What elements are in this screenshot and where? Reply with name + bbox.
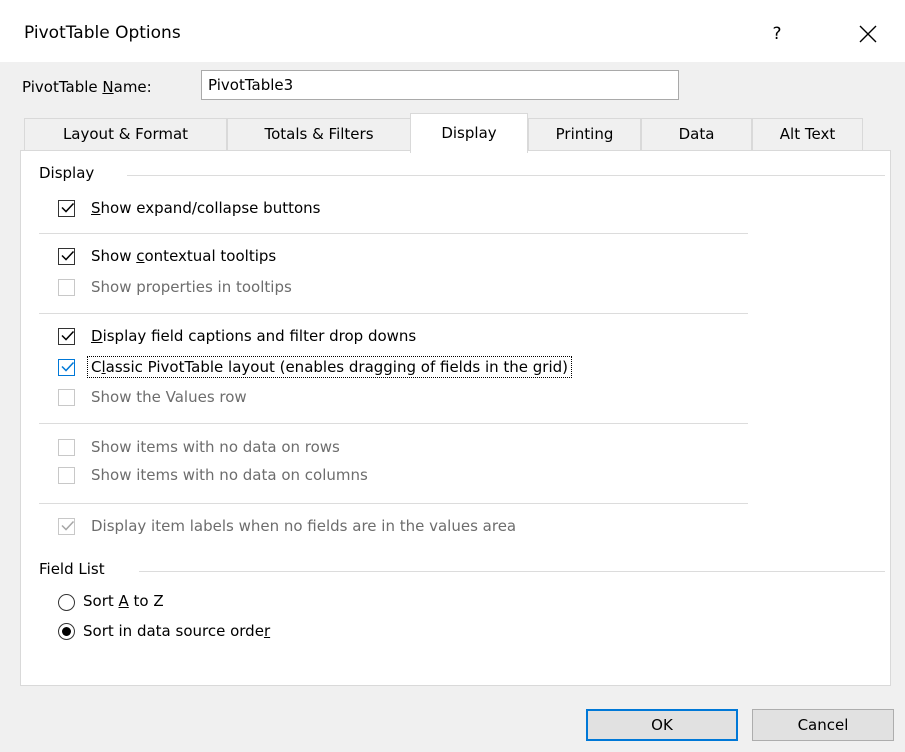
- display-section-rule: [127, 175, 885, 176]
- group-divider: [39, 233, 748, 234]
- close-button[interactable]: [848, 16, 888, 52]
- checkmark-icon: [61, 250, 75, 261]
- cancel-button[interactable]: Cancel: [752, 709, 894, 741]
- show-contextual-tooltips-label[interactable]: Show contextual tooltips: [91, 247, 276, 265]
- display-item-labels-label: Display item labels when no fields are i…: [91, 517, 517, 535]
- show-values-row-checkbox: [58, 389, 75, 406]
- sort-a-to-z-label[interactable]: Sort A to Z: [83, 592, 164, 610]
- show-items-no-data-columns-label: Show items with no data on columns: [91, 466, 368, 484]
- show-items-no-data-rows-checkbox: [58, 439, 75, 456]
- tab-printing[interactable]: Printing: [528, 118, 641, 151]
- group-divider: [39, 313, 748, 314]
- show-items-no-data-columns-checkbox: [58, 467, 75, 484]
- show-values-row-label: Show the Values row: [91, 388, 247, 406]
- radio-selected-dot: [62, 627, 71, 636]
- classic-pivottable-layout-label[interactable]: Classic PivotTable layout (enables dragg…: [86, 356, 573, 378]
- display-field-captions-label[interactable]: Display field captions and filter drop d…: [91, 327, 416, 345]
- help-button[interactable]: ?: [757, 18, 797, 50]
- ok-button[interactable]: OK: [586, 709, 738, 741]
- tab-totals-filters[interactable]: Totals & Filters: [227, 118, 411, 151]
- tab-alt-text[interactable]: Alt Text: [752, 118, 863, 151]
- tab-display[interactable]: Display: [410, 113, 528, 153]
- display-section-label: Display: [39, 164, 95, 182]
- group-divider: [39, 423, 748, 424]
- show-items-no-data-rows-label: Show items with no data on rows: [91, 438, 340, 456]
- show-contextual-tooltips-checkbox[interactable]: [58, 248, 75, 265]
- show-properties-in-tooltips-label: Show properties in tooltips: [91, 278, 292, 296]
- show-expand-collapse-checkbox[interactable]: [58, 200, 75, 217]
- dialog-title: PivotTable Options: [24, 23, 181, 43]
- pivottable-name-input[interactable]: [201, 70, 679, 100]
- sort-a-to-z-radio[interactable]: [58, 594, 75, 611]
- display-field-captions-checkbox[interactable]: [58, 328, 75, 345]
- show-expand-collapse-label[interactable]: Show expand/collapse buttons: [91, 199, 320, 217]
- tab-layout-format[interactable]: Layout & Format: [24, 118, 227, 151]
- checkmark-icon: [61, 361, 75, 372]
- checkmark-icon: [61, 330, 75, 341]
- sort-data-source-order-label[interactable]: Sort in data source order: [83, 622, 270, 640]
- close-icon: [859, 25, 877, 43]
- checkmark-icon: [61, 202, 75, 213]
- sort-data-source-order-radio[interactable]: [58, 623, 75, 640]
- pivottable-name-label: PivotTable Name:: [22, 78, 152, 96]
- tab-data[interactable]: Data: [641, 118, 752, 151]
- show-properties-in-tooltips-checkbox: [58, 279, 75, 296]
- field-list-section-label: Field List: [39, 560, 105, 578]
- display-item-labels-checkbox: [58, 518, 75, 535]
- checkmark-icon: [61, 520, 75, 531]
- field-list-section-rule: [139, 571, 885, 572]
- group-divider: [39, 503, 748, 504]
- classic-pivottable-layout-checkbox[interactable]: [58, 359, 75, 376]
